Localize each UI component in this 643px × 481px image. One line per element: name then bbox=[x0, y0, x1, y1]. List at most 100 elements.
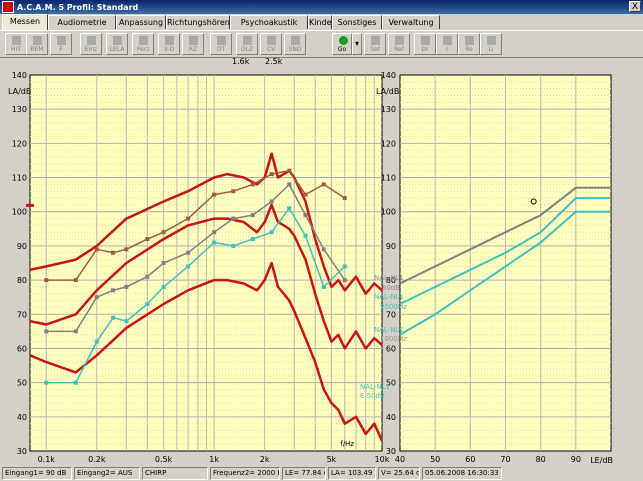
toolbar-button-einz[interactable]: Einz bbox=[80, 33, 102, 55]
status-la: LA= 103.49 dB bbox=[328, 467, 376, 480]
target-point bbox=[303, 192, 308, 197]
tab-verwaltung[interactable]: Verwaltung bbox=[382, 15, 440, 29]
left-y-tick-label: 60 bbox=[17, 344, 27, 353]
tab-sonstiges[interactable]: Sonstiges bbox=[332, 15, 382, 29]
tab-psychoakustik[interactable]: Psychoakustik bbox=[230, 15, 308, 29]
left-y-tick-label: 100 bbox=[12, 208, 27, 217]
right-y-tick-label: 60 bbox=[386, 344, 396, 353]
toolbar-button-3-d[interactable]: 3-D bbox=[158, 33, 180, 55]
window-title: A.C.A.M. 5 Profil: Standard bbox=[17, 2, 139, 12]
toolbar-button-perz[interactable]: Perz bbox=[132, 33, 154, 55]
right-y-tick-label: 140 bbox=[381, 71, 396, 80]
target-point bbox=[231, 243, 236, 248]
toolbar-button-lela[interactable]: LELA bbox=[106, 33, 128, 55]
target-point bbox=[145, 237, 150, 242]
left-x-tick-label: 0.5k bbox=[155, 455, 173, 464]
target-point bbox=[250, 237, 255, 242]
app-icon bbox=[2, 1, 14, 13]
tab-kinder[interactable]: Kinder bbox=[308, 15, 335, 29]
left-x-tick-label: 0.2k bbox=[88, 455, 106, 464]
target-point bbox=[231, 216, 236, 221]
realtime-icon bbox=[189, 36, 198, 45]
toolbar-button-label: F bbox=[59, 46, 63, 53]
toolbar-button-re[interactable]: Re bbox=[458, 33, 480, 55]
target-point bbox=[186, 216, 191, 221]
delay-icon bbox=[217, 36, 226, 45]
right-x-tick-label: 40 bbox=[395, 455, 405, 464]
toolbar-button-go[interactable]: Go bbox=[332, 33, 352, 55]
curve-annotation: E 50dB bbox=[360, 392, 385, 400]
left-y-tick-label: 130 bbox=[12, 105, 27, 114]
frequency-markers: 1.6k 2.5k bbox=[0, 57, 643, 67]
right-y-tick-label: 40 bbox=[386, 413, 396, 422]
right-y-tick-label: 130 bbox=[381, 105, 396, 114]
chart-area: 3040506070809010011012013014030405060708… bbox=[8, 71, 613, 465]
left-x-tick-label: 2k bbox=[260, 455, 270, 464]
toolbar-button-rz[interactable]: RZ bbox=[182, 33, 204, 55]
tab-audiometrie[interactable]: Audiometrie bbox=[48, 15, 116, 29]
target-point bbox=[94, 339, 99, 344]
toolbar-button-label: Set bbox=[370, 46, 380, 53]
left-y-tick-label: 120 bbox=[12, 139, 27, 148]
target-point bbox=[73, 380, 78, 385]
tab-anpassung[interactable]: Anpassung bbox=[116, 15, 166, 29]
target-point bbox=[161, 261, 166, 265]
monitor-icon bbox=[12, 36, 21, 45]
left-y-axis-label: LA/dB bbox=[8, 87, 31, 96]
tab-messen[interactable]: Messen bbox=[2, 14, 48, 30]
left-x-tick-label: 0.1k bbox=[38, 455, 56, 464]
toolbar-button-i[interactable]: I bbox=[436, 33, 458, 55]
target-point bbox=[161, 284, 166, 289]
target-point bbox=[44, 380, 49, 385]
target-point bbox=[269, 172, 274, 177]
toolbar-button-dlz[interactable]: DLZ bbox=[236, 33, 258, 55]
target-point bbox=[287, 182, 292, 187]
target-point bbox=[231, 189, 236, 194]
percent-icon bbox=[139, 36, 148, 45]
toolbar-button-cv[interactable]: CV bbox=[260, 33, 282, 55]
toolbar-button-set[interactable]: Set bbox=[364, 33, 386, 55]
toolbar-button-rem[interactable]: REM bbox=[26, 33, 48, 55]
target-point bbox=[287, 206, 292, 211]
go-dropdown-arrow[interactable]: ▾ bbox=[352, 33, 362, 55]
target-point bbox=[124, 319, 129, 324]
close-button[interactable]: X bbox=[629, 1, 641, 12]
level-icon bbox=[113, 36, 122, 45]
status-input1: Eingang1= 90 dB bbox=[2, 467, 72, 480]
toolbar-button-label: Re bbox=[465, 46, 473, 53]
target-point bbox=[269, 230, 274, 235]
toolbar-button-label: LELA bbox=[109, 46, 125, 53]
toolbar-button-ref[interactable]: Ref bbox=[388, 33, 410, 55]
target-point bbox=[250, 213, 255, 218]
target-point bbox=[212, 230, 217, 235]
file-icon bbox=[57, 36, 66, 45]
ear-icon bbox=[33, 36, 42, 45]
tab-richtungshoeren[interactable]: Richtungshören bbox=[166, 15, 230, 29]
target-point bbox=[212, 240, 217, 245]
curve-annotation: 1000Hz bbox=[380, 335, 407, 343]
title-bar: A.C.A.M. 5 Profil: Standard X bbox=[0, 0, 643, 14]
target-point bbox=[44, 329, 49, 334]
target-point bbox=[124, 247, 129, 252]
toolbar-button-dr[interactable]: Dr bbox=[414, 33, 436, 55]
go-icon bbox=[339, 36, 348, 45]
info-icon bbox=[443, 36, 452, 45]
right-x-tick-label: 70 bbox=[500, 455, 510, 464]
curve-annotation: NAL-NL1 bbox=[374, 326, 404, 334]
toolbar-button-f[interactable]: F bbox=[50, 33, 72, 55]
status-input2: Eingang2= AUS bbox=[74, 467, 140, 480]
target-point bbox=[111, 250, 116, 255]
toolbar-button-label: HIT bbox=[11, 46, 21, 53]
toolbar-button-label: 3-D bbox=[163, 46, 175, 53]
toolbar-button-label: RZ bbox=[188, 46, 198, 53]
right-ear-icon bbox=[465, 36, 474, 45]
toolbar-button-li[interactable]: Li bbox=[480, 33, 502, 55]
curve-annotation: 2000Hz bbox=[380, 303, 407, 311]
toolbar: HIT REM F Einz LELA Perz 3-D RZ DT DLZ CV SND Go Set R… bbox=[0, 31, 643, 58]
toolbar-button-snd[interactable]: SND bbox=[284, 33, 306, 55]
left-y-tick-label: 30 bbox=[17, 447, 27, 456]
target-point bbox=[161, 230, 166, 235]
toolbar-button-dt[interactable]: DT bbox=[210, 33, 232, 55]
toolbar-button-hit[interactable]: HIT bbox=[5, 33, 27, 55]
left-ear-icon bbox=[487, 36, 496, 45]
